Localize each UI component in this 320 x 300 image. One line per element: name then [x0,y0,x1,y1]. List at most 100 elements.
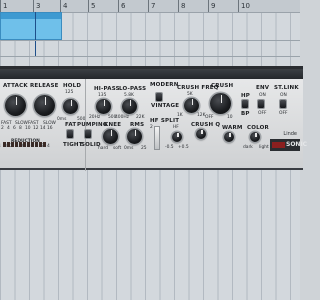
crush-max-label: 10 [227,115,233,120]
track-divider [0,56,300,57]
hf-label: HF [173,125,179,130]
playhead[interactable] [35,12,36,56]
hold-value: 125 [65,90,74,95]
clip-header [1,13,61,19]
hf-split-slider[interactable] [154,126,160,150]
knee-label: KNEE [104,122,122,128]
color-label: COLOR [247,125,269,131]
stlink-label: ST.LINK [274,85,299,91]
release-knob[interactable] [34,95,55,116]
crush-freq-value: 5K [187,92,193,97]
tight-label: TIGHT [63,142,83,148]
vintage-label: VINTAGE [151,103,180,109]
crush-freq-min: 1K [177,113,183,118]
release-label: RELEASE [30,83,59,89]
ruler-marker: 6 [118,0,125,12]
brand-line2: SONIC [286,141,308,148]
brand-logo: SONIC [270,139,307,151]
ruler-marker: 8 [178,0,185,12]
bottom-scale-0: 0 [22,144,25,149]
meter-scale-8: 8 [19,126,22,131]
bottom-scale-3: 3 [4,144,7,149]
env-switch[interactable] [258,100,264,108]
lopass-knob[interactable] [122,99,137,114]
meter-scale-6: 6 [13,126,16,131]
bottom-scale-2b: 2 [35,144,38,149]
color-dark: dark [243,145,253,150]
env-label: ENV [256,85,270,91]
env-off-label: OFF [258,111,267,116]
bottom-scale-2: 2 [10,144,13,149]
knee-hard: hard [98,146,108,151]
plugin-title-bar[interactable] [0,69,303,79]
warm-label: WARM [222,125,243,131]
lopass-min: 400Hz [115,115,129,120]
meter-scale-10: 10 [25,126,31,131]
stlink-switch[interactable] [280,100,286,108]
attack-label: ATTACK [3,83,28,89]
lopass-max: 22K [136,115,145,120]
hf-plus: +0.5 [178,145,189,150]
bottom-scale-4: 4 [0,144,1,149]
stlink-on-label: ON [280,93,287,98]
bottom-scale-1: 1 [16,144,19,149]
fat-label: FAT [65,122,77,128]
rms-max: 25 [141,146,147,151]
rms-min: 0ms [124,146,134,151]
lopass-label: LO-PASS [119,86,147,92]
bottom-scale-4b: 4 [47,144,50,149]
audio-clip[interactable] [0,12,62,40]
ruler-marker: 5 [88,0,95,12]
lopass-value: 5.8K [124,93,134,98]
crush-q-knob[interactable] [196,129,206,139]
knee-soft: soft [113,146,122,151]
color-light: light [259,145,269,150]
rms-label: RMS [130,122,145,128]
meter-scale-14: 14 [40,126,46,131]
bp-label: BP [241,111,250,117]
pumping-solid-switch[interactable] [85,130,91,138]
hipass-value: 135 [98,93,107,98]
hipass-min: 20Hz [89,115,101,120]
knee-knob[interactable] [103,129,118,144]
brand-line1: Linde [283,131,297,137]
compressor-plugin-window[interactable]: ATTACK FAST SLOW RELEASE FAST SLOW HOLD … [0,66,307,171]
hold-knob[interactable] [63,99,78,114]
stlink-off-label: OFF [279,111,288,116]
warm-knob[interactable] [224,132,234,142]
crush-label: CRUSH [211,83,234,89]
ruler-marker: 3 [33,0,40,12]
crush-freq-knob[interactable] [184,98,199,113]
hf-split-value: 2 [150,125,153,130]
ruler-marker: 10 [238,0,250,12]
bottom-scale-3b: 3 [41,144,44,149]
ruler-marker: 4 [60,0,67,12]
crush-q-label: CRUSH Q [191,122,221,128]
crush-knob[interactable] [210,93,231,114]
hf-knob[interactable] [172,132,182,142]
hp-label: HP [241,93,251,99]
ruler-marker: 1 [0,0,7,12]
meter-scale-16: 16 [47,126,53,131]
hipass-label: HI-PASS [94,86,120,92]
pumping-label: PUMPING [77,122,108,128]
rms-knob[interactable] [127,129,142,144]
hold-label: HOLD [63,83,82,89]
ruler-marker: 7 [148,0,155,12]
hf-split-label: HF SPLIT [150,118,180,124]
modern-vintage-switch[interactable] [156,93,162,101]
crush-off-label: OFF [205,115,214,120]
color-knob[interactable] [250,132,260,142]
hp-bp-switch[interactable] [242,100,248,108]
track-divider [0,40,300,41]
modern-label: MODERN [150,82,179,88]
meter-scale-12: 12 [33,126,39,131]
meter-scale-4: 4 [7,126,10,131]
bottom-scale-plus1: +1 [27,144,34,149]
hipass-knob[interactable] [96,99,111,114]
meter-scale-2: 2 [1,126,4,131]
attack-knob[interactable] [5,95,26,116]
fat-tight-switch[interactable] [67,130,73,138]
hf-minus: -0.5 [165,145,174,150]
ruler-marker: 9 [208,0,215,12]
